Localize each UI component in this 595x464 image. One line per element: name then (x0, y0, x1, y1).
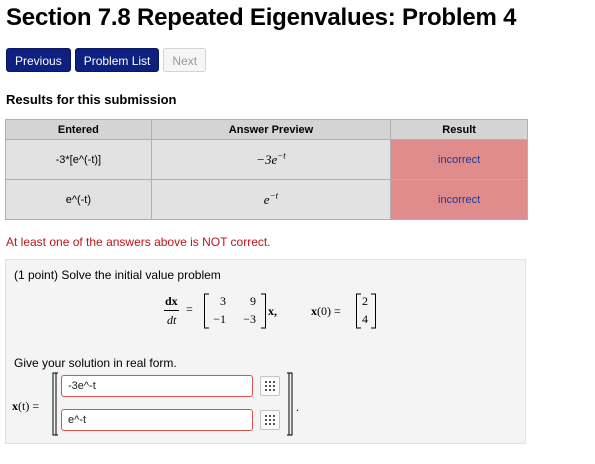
grid-icon[interactable] (260, 410, 280, 430)
rhs-vector-x: x, (268, 304, 277, 318)
matrix-right-bracket (261, 293, 266, 329)
problem-list-button[interactable]: Problem List (74, 48, 160, 72)
results-table: Entered Answer Preview Result -3*[e^(-t)… (5, 119, 528, 220)
column-header-answer-preview: Answer Preview (150, 119, 392, 140)
matrix-left-bracket (204, 293, 209, 329)
answer-input-row-1[interactable]: -3e^-t (61, 375, 253, 397)
derivative-denominator: dt (167, 313, 177, 327)
page-title: Section 7.8 Repeated Eigenvalues: Proble… (6, 4, 517, 31)
matrix-cell: 9 (250, 294, 256, 308)
column-header-entered: Entered (5, 119, 152, 140)
next-button: Next (163, 48, 207, 72)
preview-exponent: −t (269, 190, 279, 201)
ic-right-bracket (371, 293, 376, 329)
table-row: -3*[e^(-t)] −3e−t incorrect (5, 139, 528, 180)
grid-icon[interactable] (260, 376, 280, 396)
previous-button[interactable]: Previous (6, 48, 71, 72)
answer-period: . (296, 400, 299, 414)
equals-sign: = (186, 302, 193, 316)
result-cell: incorrect (390, 179, 528, 220)
answer-input-row-2[interactable]: e^-t (61, 409, 253, 431)
table-row: e^(-t) e−t incorrect (5, 179, 528, 220)
problem-intro: (1 point) Solve the initial value proble… (14, 268, 221, 282)
preview-exponent: −t (277, 150, 286, 161)
answer-label-rest: (t) = (18, 399, 40, 413)
fraction-bar (164, 310, 179, 311)
answer-preview-cell: e−t (150, 179, 392, 220)
matrix-cell: −3 (243, 312, 256, 326)
matrix-cell: −1 (213, 312, 226, 326)
results-heading: Results for this submission (6, 92, 177, 107)
problem-panel: (1 point) Solve the initial value proble… (5, 259, 526, 444)
ic-vector-entry: 2 (362, 294, 368, 308)
entered-cell: -3*[e^(-t)] (5, 139, 152, 180)
incorrect-warning: At least one of the answers above is NOT… (6, 235, 271, 249)
matrix-cell: 3 (220, 294, 226, 308)
derivative-numerator: dx (165, 294, 178, 308)
entered-cell: e^(-t) (5, 179, 152, 220)
ic-label-rest: (0) = (317, 304, 341, 318)
result-cell: incorrect (390, 139, 528, 180)
column-header-result: Result (390, 119, 528, 140)
ic-left-bracket (356, 293, 361, 329)
initial-condition-label: x(0) = (311, 304, 341, 319)
instruction-text: Give your solution in real form. (14, 356, 177, 370)
ic-vector-entry: 4 (362, 312, 368, 326)
answer-preview-cell: −3e−t (150, 139, 392, 180)
answer-label: x(t) = (12, 399, 39, 414)
answer-right-bracket (287, 372, 293, 436)
preview-base: −3e (256, 152, 278, 168)
problem-nav: Previous Problem List Next (6, 48, 207, 72)
answer-left-bracket (52, 372, 58, 436)
